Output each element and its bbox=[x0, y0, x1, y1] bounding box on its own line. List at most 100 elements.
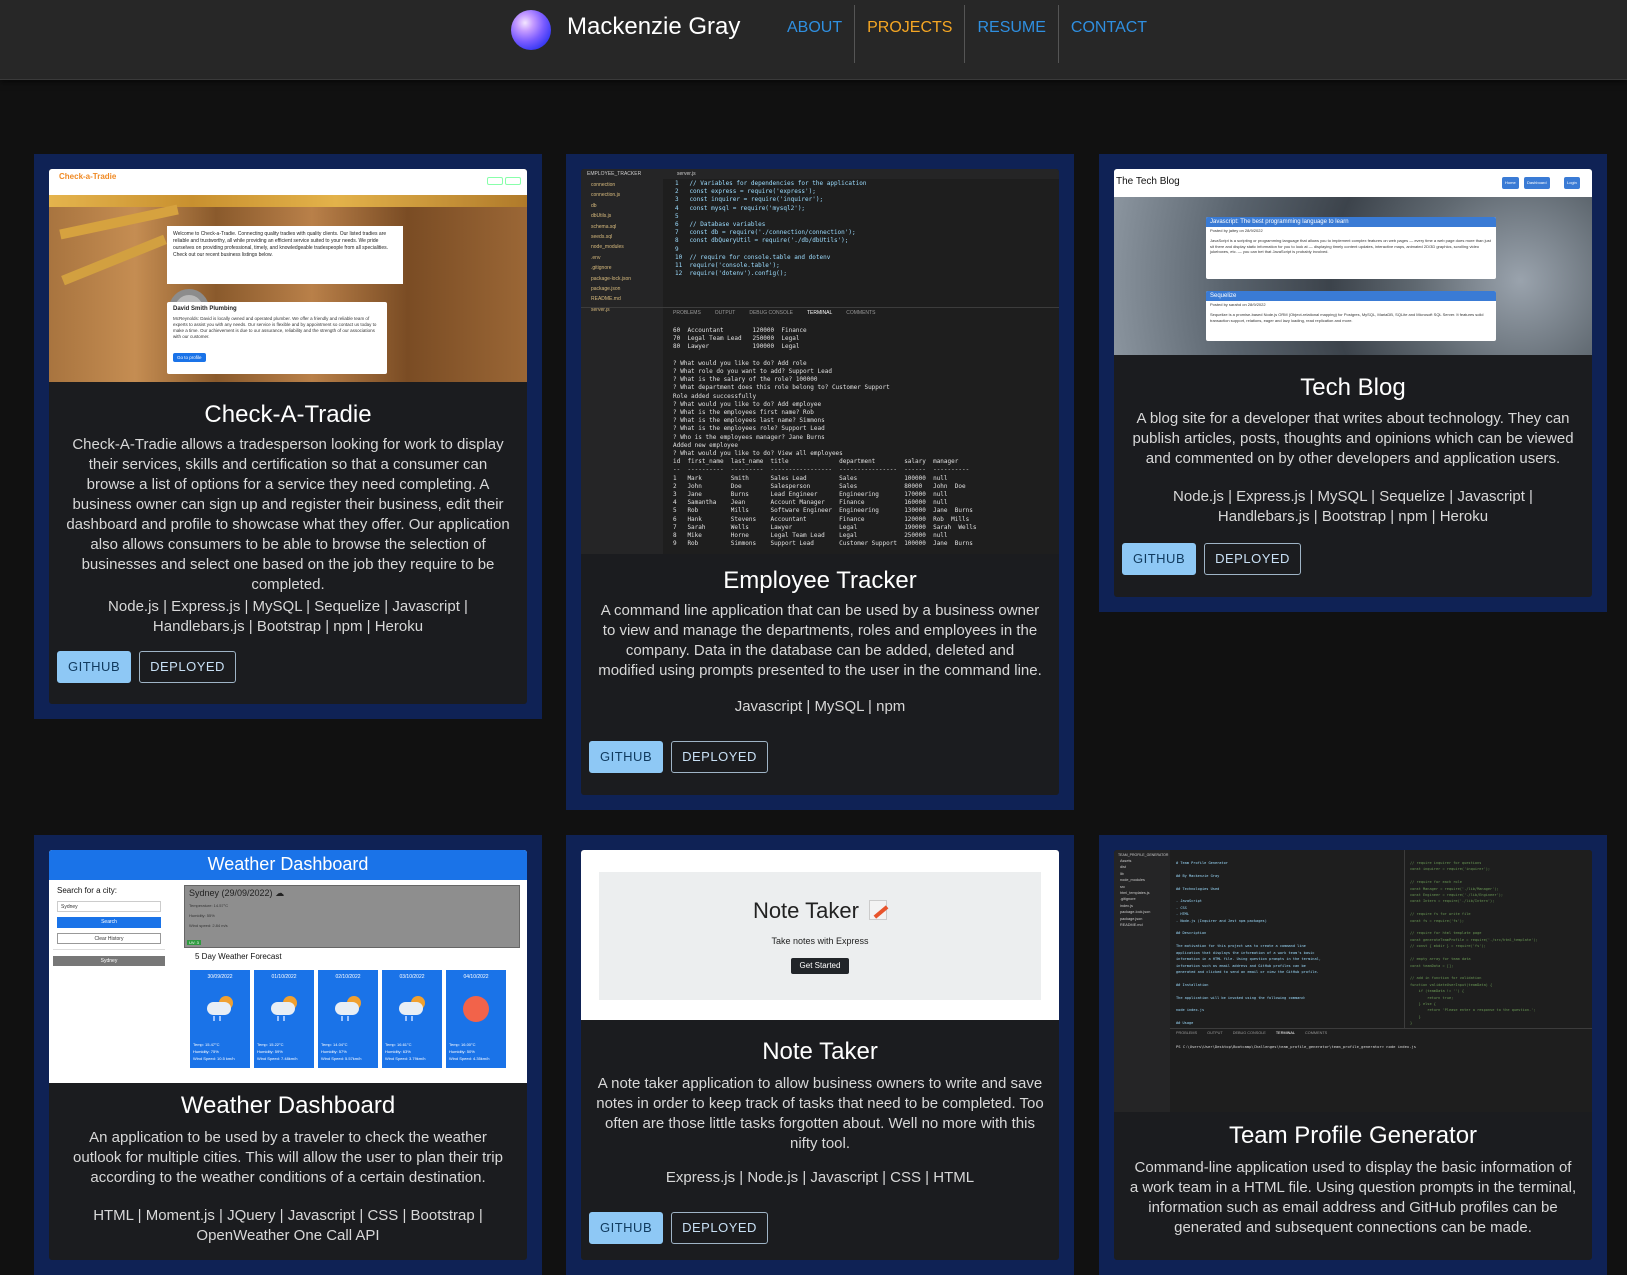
preview-line: 6 // Database variables bbox=[675, 221, 766, 229]
deployed-button[interactable]: DEPLOYED bbox=[139, 651, 236, 683]
forecast-wind: Wind Speed: 4.35km/h bbox=[449, 1056, 490, 1061]
nav-projects[interactable]: PROJECTS bbox=[855, 5, 966, 63]
project-title: Team Profile Generator bbox=[1228, 1122, 1478, 1149]
preview-post-card: Javascript: The best programming languag… bbox=[1206, 217, 1496, 279]
project-description: Check-A-Tradie allows a tradesperson loo… bbox=[66, 436, 510, 593]
project-description: An application to be used by a traveler … bbox=[73, 1129, 503, 1186]
forecast-wind: Wind Speed: 7.48km/h bbox=[257, 1056, 298, 1061]
deployed-button[interactable]: DEPLOYED bbox=[1204, 543, 1301, 575]
preview-line: seeds.sql bbox=[591, 234, 613, 241]
preview-line: id first_name last_name title department… bbox=[673, 458, 959, 466]
project-card-body: TEAM_PROFILE_GENERATOR Assets dist lib node… bbox=[1114, 850, 1592, 1260]
project-description: Command-line application used to display… bbox=[1129, 1159, 1577, 1236]
project-screenshot[interactable]: Weather Dashboard Search for a city: Syd… bbox=[49, 850, 527, 1083]
project-screenshot[interactable]: EMPLOYEE_TRACKER connection connection.js… bbox=[581, 169, 1059, 554]
preview-line: 10 // require for console.table and dote… bbox=[675, 253, 831, 261]
logo-orb-icon[interactable] bbox=[511, 10, 551, 50]
forecast-date: 01/10/2022 bbox=[271, 974, 297, 980]
preview-header: Weather Dashboard bbox=[49, 850, 527, 880]
forecast-temp: Temp: 14.04°C bbox=[321, 1042, 348, 1047]
preview-line: 3 const inquirer = require('inquirer'); bbox=[675, 196, 824, 204]
preview-line: -- ---------- --------- ----------------… bbox=[673, 466, 970, 474]
preview-line: 80 Lawyer 190000 Legal bbox=[673, 343, 800, 351]
preview-line: 9 bbox=[675, 245, 679, 253]
preview-listing-title: David Smith Plumbing bbox=[173, 306, 237, 312]
preview-navbar: Check-a-Tradie bbox=[49, 169, 527, 195]
preview-panel-tab: COMMENTS bbox=[1305, 1031, 1328, 1035]
preview-navbar: The Tech Blog Home Dashboard Login bbox=[1114, 169, 1592, 197]
forecast-hum: Humidity: 59% bbox=[257, 1049, 283, 1054]
forecast-date: 02/10/2022 bbox=[335, 974, 361, 980]
project-card-body: EMPLOYEE_TRACKER connection connection.js… bbox=[581, 169, 1059, 795]
preview-line: ? What is the salary of the role? 100000 bbox=[673, 376, 818, 384]
site-name[interactable]: Mackenzie Gray bbox=[567, 13, 740, 41]
nav-about[interactable]: ABOUT bbox=[775, 5, 856, 63]
preview-line: ? What would you like to do? Add employe… bbox=[673, 400, 822, 408]
project-screenshot[interactable]: Check-a-Tradie Welcome to Check-a-Tradie… bbox=[49, 169, 527, 382]
project-title: Tech Blog bbox=[1300, 374, 1406, 401]
preview-line: Added new employee bbox=[673, 441, 739, 449]
preview-line: README.md bbox=[1120, 923, 1143, 928]
preview-line: package.json bbox=[591, 286, 621, 293]
project-tech-stack: Node.js | Express.js | MySQL | Sequelize… bbox=[1173, 488, 1533, 525]
preview-jumbotron: Note Taker Take notes with Express Get S… bbox=[599, 872, 1041, 1000]
project-title: Weather Dashboard bbox=[180, 1092, 396, 1119]
preview-line: db bbox=[591, 202, 597, 209]
preview-line: 5 bbox=[675, 212, 679, 220]
github-button[interactable]: GITHUB bbox=[589, 1212, 664, 1244]
preview-forecast-tile: 01/10/2022 Temp: 15.22°C Humidity: 59% Wind… bbox=[254, 970, 314, 1068]
preview-line: 1 Mark Smith Sales Lead Sales 100000 nul… bbox=[673, 474, 948, 482]
project-tech-stack: Node.js | Express.js | MySQL | Sequelize… bbox=[108, 598, 468, 635]
preview-line: 8 Mike Horne Legal Team Lead Legal 25000… bbox=[673, 532, 948, 540]
forecast-wind: Wind Speed: 3.79km/h bbox=[385, 1056, 426, 1061]
forecast-hum: Humidity: 63% bbox=[385, 1049, 411, 1054]
preview-line: ? What is the employees role? Support Le… bbox=[673, 425, 825, 433]
preview-listing-card: David Smith Plumbing McReynolds: David i… bbox=[167, 302, 387, 374]
forecast-temp: Temp: 15.22°C bbox=[257, 1042, 284, 1047]
preview-forecast-tile: 02/10/2022 Temp: 14.04°C Humidity: 57% Wind… bbox=[318, 970, 378, 1068]
preview-logo: Check-a-Tradie bbox=[59, 172, 117, 181]
preview-explorer: TEAM_PROFILE_GENERATOR Assets dist lib node… bbox=[1114, 850, 1170, 1112]
deployed-button[interactable]: DEPLOYED bbox=[671, 1212, 768, 1244]
deployed-button[interactable]: DEPLOYED bbox=[671, 741, 768, 773]
preview-panel-tab: TERMINAL bbox=[806, 310, 833, 316]
project-screenshot[interactable]: The Tech Blog Home Dashboard Login Javas… bbox=[1114, 169, 1592, 355]
preview-line: The application will be invoked using th… bbox=[1176, 995, 1306, 1000]
github-button[interactable]: GITHUB bbox=[57, 651, 132, 683]
main-nav: ABOUT PROJECTS RESUME CONTACT bbox=[775, 5, 1159, 63]
forecast-date: 30/09/2022 bbox=[207, 974, 233, 980]
nav-contact[interactable]: CONTACT bbox=[1059, 5, 1159, 63]
project-description: A note taker application to allow busine… bbox=[596, 1075, 1044, 1152]
project-screenshot[interactable]: TEAM_PROFILE_GENERATOR Assets dist lib node… bbox=[1114, 850, 1592, 1112]
preview-line bbox=[673, 352, 976, 360]
github-button[interactable]: GITHUB bbox=[589, 741, 664, 773]
preview-line: 5 Rob Mills Software Engineer Engineerin… bbox=[673, 507, 973, 515]
cloud-rain-icon bbox=[333, 996, 363, 1022]
preview-line: 2 John Doe Salesperson Sales 80000 John … bbox=[673, 482, 966, 490]
project-card-check-a-tradie: Check-a-Tradie Welcome to Check-a-Tradie… bbox=[34, 154, 542, 719]
preview-line: connection.js bbox=[591, 192, 621, 199]
nav-resume[interactable]: RESUME bbox=[965, 5, 1059, 63]
preview-line: .gitignore bbox=[591, 265, 612, 272]
preview-panel-tab: DEBUG CONSOLE bbox=[1232, 1031, 1266, 1035]
project-tech-stack: HTML | Moment.js | JQuery | Javascript |… bbox=[93, 1207, 483, 1244]
preview-line: return 'Please enter a response to the q… bbox=[1410, 1008, 1536, 1013]
cloud-rain-icon bbox=[269, 996, 299, 1022]
github-button[interactable]: GITHUB bbox=[1122, 543, 1197, 575]
preview-line: ? What is the employees first name? Rob bbox=[673, 409, 814, 417]
forecast-temp: Temp: 16.61°C bbox=[385, 1042, 412, 1047]
preview-panel-tab: OUTPUT bbox=[714, 310, 736, 316]
project-screenshot[interactable]: Note Taker Take notes with Express Get S… bbox=[581, 850, 1059, 1020]
preview-line: 60 Accountant 120000 Finance bbox=[673, 327, 807, 334]
project-title: Note Taker bbox=[762, 1038, 878, 1065]
project-card-weather-dashboard: Weather Dashboard Search for a city: Syd… bbox=[34, 835, 542, 1275]
project-title: Employee Tracker bbox=[723, 567, 917, 594]
project-tech-stack: Javascript | MySQL | npm bbox=[734, 698, 906, 715]
preview-line: 6 Hank Stevens Accountant Finance 120000… bbox=[673, 515, 970, 523]
preview-line: 3 Jane Burns Lead Engineer Engineering 1… bbox=[673, 491, 948, 499]
preview-line: 1 // Variables for dependencies for the … bbox=[675, 180, 867, 187]
preview-line: package-lock.json bbox=[1120, 910, 1151, 915]
preview-line: 12 require('dotenv').config(); bbox=[675, 270, 787, 278]
preview-line: connection bbox=[591, 182, 616, 188]
forecast-hum: Humidity: 57% bbox=[321, 1049, 347, 1054]
